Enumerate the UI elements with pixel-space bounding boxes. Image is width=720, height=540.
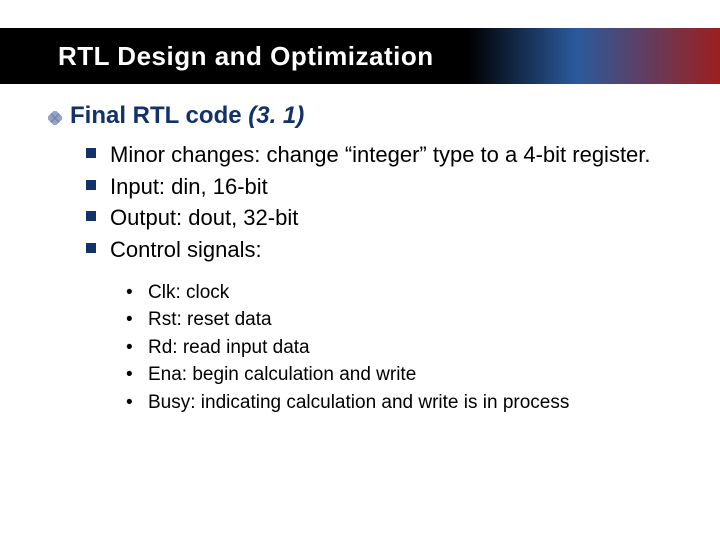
- heading-row: Final RTL code (3. 1): [48, 102, 680, 130]
- bullet-list: Minor changes: change “integer” type to …: [48, 140, 680, 265]
- list-item: Busy: indicating calculation and write i…: [126, 389, 680, 417]
- heading-text: Final RTL code (3. 1): [70, 102, 304, 130]
- list-item: Input: din, 16-bit: [86, 172, 680, 202]
- heading-prefix: Final RTL code: [70, 102, 248, 129]
- slide: RTL Design and Optimization Final RTL co…: [0, 28, 720, 540]
- list-item: Minor changes: change “integer” type to …: [86, 140, 680, 170]
- list-item: Ena: begin calculation and write: [126, 361, 680, 389]
- sub-bullet-list: Clk: clock Rst: reset data Rd: read inpu…: [48, 279, 680, 417]
- diamond-bullet-icon: [48, 111, 62, 125]
- list-item: Clk: clock: [126, 279, 680, 307]
- list-item: Output: dout, 32-bit: [86, 203, 680, 233]
- list-item: Rd: read input data: [126, 334, 680, 362]
- list-item: Control signals:: [86, 235, 680, 265]
- title-bar: RTL Design and Optimization: [0, 28, 720, 84]
- slide-title: RTL Design and Optimization: [58, 41, 434, 72]
- slide-content: Final RTL code (3. 1) Minor changes: cha…: [0, 84, 720, 416]
- list-item: Rst: reset data: [126, 306, 680, 334]
- heading-suffix: (3. 1): [248, 102, 304, 129]
